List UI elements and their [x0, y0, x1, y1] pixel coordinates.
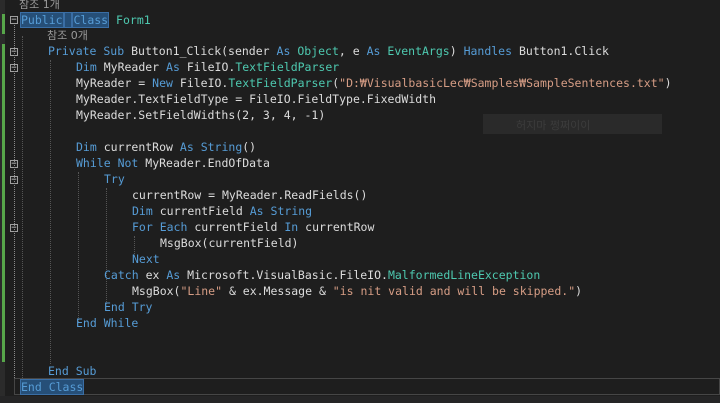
- type-name: TextFieldParser: [235, 60, 340, 74]
- identifier: MyReader: [103, 60, 160, 74]
- identifier: MyReader.EndOfData: [145, 156, 270, 170]
- keyword: End Class: [20, 379, 85, 395]
- identifier: MsgBox(: [132, 284, 181, 298]
- identifier: Button1.Click: [518, 44, 609, 58]
- keyword: As: [249, 204, 264, 218]
- keyword: Private Sub: [48, 44, 125, 58]
- keyword: Dim: [76, 140, 97, 154]
- code-line-14[interactable]: For Each currentField In currentRow: [132, 219, 374, 235]
- code-line-9[interactable]: Dim currentRow As String(): [76, 139, 256, 155]
- identifier: MyReader =: [76, 76, 153, 90]
- keyword: New: [152, 76, 173, 90]
- type-name: Object: [297, 44, 339, 58]
- keyword: String: [200, 140, 243, 154]
- fold-guide: [14, 25, 15, 380]
- tooltip-text: 허지마 쩡쩌이이: [516, 119, 591, 132]
- keyword: For Each: [132, 220, 188, 234]
- code-editor[interactable]: − − − − − − 허지마 쩡쩌이이 참조 1개 Public Class …: [0, 0, 720, 403]
- identifier: & ex.Message &: [222, 284, 333, 298]
- keyword: In: [284, 220, 299, 234]
- code-line-19[interactable]: End Try: [104, 299, 152, 315]
- type-name: MalformedLineException: [387, 268, 541, 282]
- code-line-24[interactable]: End Class: [20, 379, 85, 395]
- current-line-highlight: [14, 378, 720, 395]
- class-name: Form1: [116, 13, 151, 27]
- keyword: As: [276, 44, 291, 58]
- identifier: ex: [145, 268, 160, 282]
- indent-guide: [106, 188, 107, 304]
- identifier: currentField: [159, 204, 243, 218]
- code-line-13[interactable]: Dim currentField As String: [132, 203, 312, 219]
- code-line-5[interactable]: MyReader = New FileIO.TextFieldParser("D…: [76, 75, 672, 91]
- string-literal: "is nit valid and will be skipped.": [332, 284, 576, 298]
- identifier: currentField: [194, 220, 278, 234]
- type-name: TextFieldParser: [228, 76, 333, 90]
- identifier: , e: [338, 44, 360, 58]
- code-line-4[interactable]: Dim MyReader As FileIO.TextFieldParser: [76, 59, 339, 75]
- identifier: Microsoft.VisualBasic.FileIO.: [187, 268, 388, 282]
- string-literal: "D:₩VisualbasicLec₩Samples₩SampleSentenc…: [339, 76, 665, 90]
- change-marker: [2, 14, 5, 34]
- type-name: EventArgs: [387, 44, 450, 58]
- keyword: As: [366, 44, 381, 58]
- identifier: ): [664, 76, 672, 90]
- code-line-10[interactable]: While Not MyReader.EndOfData: [76, 155, 270, 171]
- keyword: String: [270, 204, 313, 218]
- change-marker: [2, 44, 5, 362]
- keyword: Not: [117, 156, 139, 170]
- code-line-3[interactable]: Private Sub Button1_Click(sender As Obje…: [48, 43, 609, 59]
- keyword: As: [179, 140, 194, 154]
- identifier: (): [242, 140, 257, 154]
- collapse-class-icon[interactable]: −: [10, 16, 18, 25]
- identifier: Button1_Click(sender: [131, 44, 270, 58]
- identifier: ): [575, 284, 583, 298]
- identifier: FileIO.: [186, 60, 236, 74]
- code-line-18[interactable]: MsgBox("Line" & ex.Message & "is nit val…: [132, 283, 582, 299]
- keyword: As: [166, 60, 180, 74]
- code-line-20[interactable]: End While: [76, 315, 138, 331]
- indent-guide: [50, 60, 51, 364]
- indent-guide: [22, 36, 23, 378]
- code-line-23[interactable]: End Sub: [48, 363, 96, 379]
- code-line-15[interactable]: MsgBox(currentField): [160, 235, 298, 251]
- code-line-1[interactable]: Public Class Form1: [20, 12, 151, 28]
- identifier: currentRow: [103, 140, 173, 154]
- keyword: While: [76, 156, 111, 170]
- code-line-11[interactable]: Try: [104, 171, 125, 187]
- code-line-17[interactable]: Catch ex As Microsoft.VisualBasic.FileIO…: [104, 267, 540, 283]
- code-line-16[interactable]: Next: [132, 251, 160, 267]
- reference-count-lens[interactable]: 참조 0개: [47, 28, 88, 44]
- keyword: Public: [20, 12, 64, 28]
- code-line-7[interactable]: MyReader.SetFieldWidths(2, 3, 4, -1): [76, 107, 325, 123]
- keyword: Dim: [132, 204, 153, 218]
- keyword: Catch: [104, 268, 139, 282]
- code-line-12[interactable]: currentRow = MyReader.ReadFields(): [132, 187, 367, 203]
- keyword: Dim: [76, 60, 97, 74]
- code-line-6[interactable]: MyReader.TextFieldType = FileIO.FieldTyp…: [76, 91, 436, 107]
- string-literal: "Line": [180, 284, 223, 298]
- indent-guide: [78, 172, 79, 322]
- identifier: FileIO.: [179, 76, 229, 90]
- keyword: Class: [72, 12, 110, 28]
- keyword: As: [166, 268, 181, 282]
- horizontal-scrollbar[interactable]: [0, 396, 720, 403]
- identifier: currentRow: [305, 220, 375, 234]
- keyword: Handles: [463, 44, 513, 58]
